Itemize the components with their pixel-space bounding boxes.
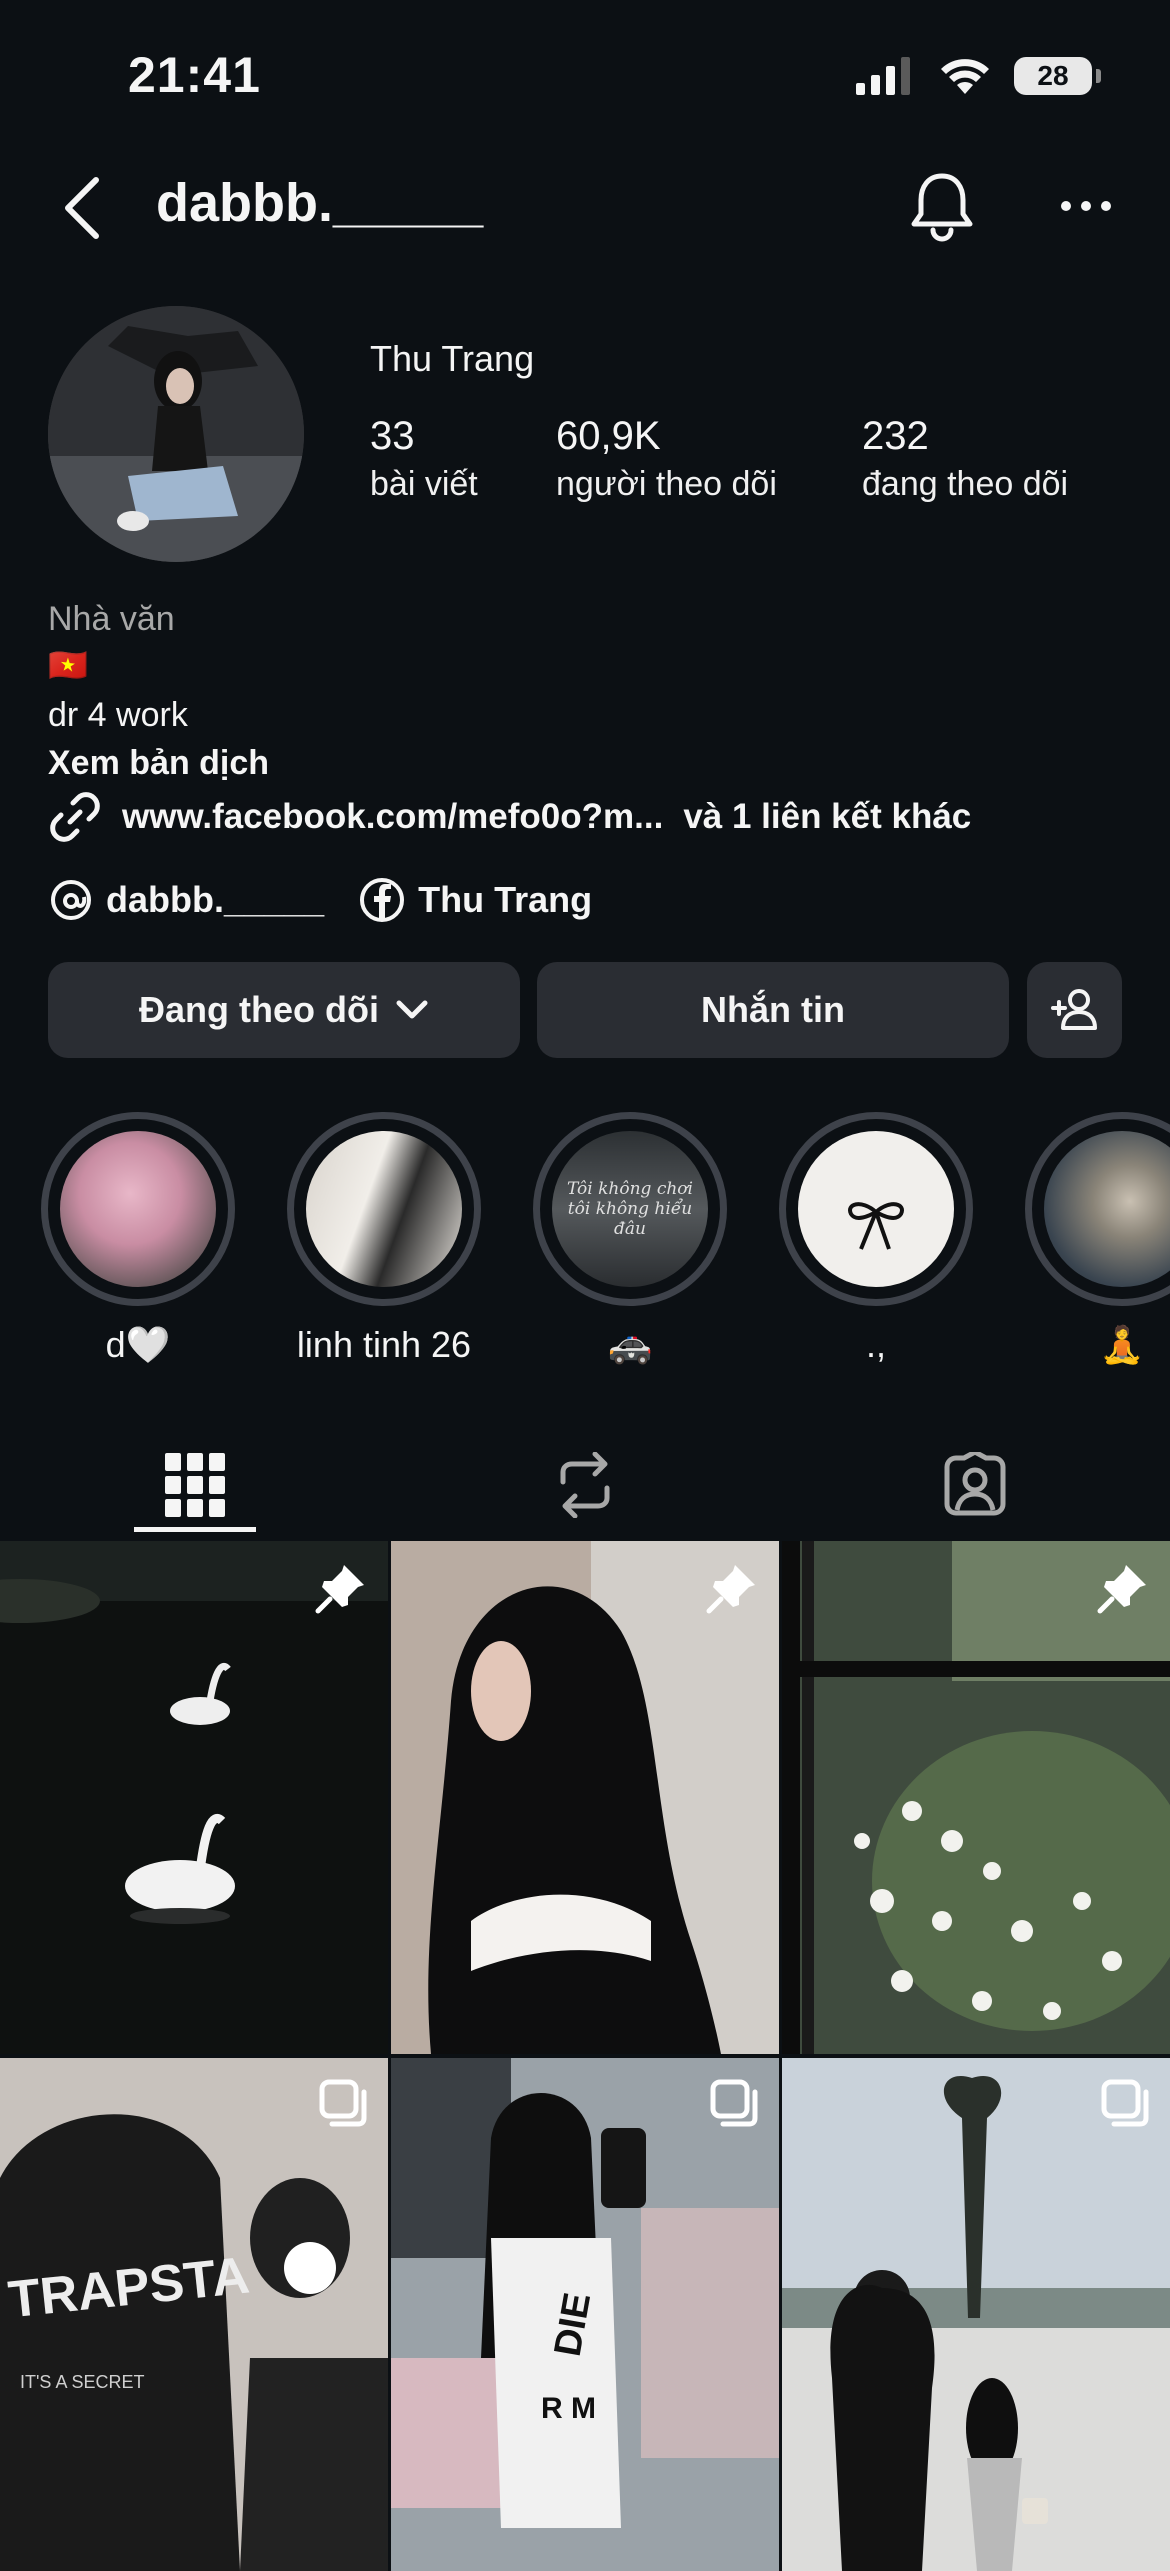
tab-reposts[interactable] bbox=[390, 1430, 780, 1540]
add-person-icon bbox=[1050, 989, 1097, 1030]
message-button-label: Nhắn tin bbox=[701, 989, 845, 1030]
facebook-link[interactable]: Thu Trang bbox=[358, 876, 592, 924]
facebook-icon bbox=[360, 878, 405, 922]
threads-link[interactable]: dabbb._____ bbox=[48, 877, 324, 923]
bell-icon[interactable] bbox=[908, 170, 976, 242]
battery-indicator: 28 bbox=[1014, 57, 1101, 95]
following-stat[interactable]: 232 đang theo dõi bbox=[862, 414, 1068, 504]
facebook-name: Thu Trang bbox=[418, 879, 593, 920]
followers-count: 60,9K bbox=[556, 414, 661, 458]
following-label: đang theo dõi bbox=[862, 465, 1069, 503]
multi-photo-icon bbox=[1101, 2079, 1149, 2127]
shirt-print-small: R M bbox=[541, 2392, 596, 2425]
highlight-item[interactable]: d🤍 bbox=[40, 1112, 236, 1366]
highlight-cover bbox=[1044, 1131, 1170, 1287]
highlight-item[interactable]: 🧘 bbox=[1024, 1112, 1170, 1366]
avatar-figure bbox=[48, 306, 304, 562]
message-button[interactable]: Nhắn tin bbox=[537, 962, 1009, 1058]
pin-icon bbox=[1097, 1565, 1146, 1614]
pin-icon bbox=[315, 1565, 364, 1614]
highlight-label: 🧘 bbox=[1099, 1324, 1145, 1365]
flag-emoji: 🇻🇳 bbox=[48, 647, 88, 683]
highlight-cover bbox=[306, 1131, 462, 1287]
following-count: 232 bbox=[862, 414, 929, 458]
following-button-label: Đang theo dõi bbox=[139, 989, 379, 1030]
profile-username: dabbb._____ bbox=[156, 173, 484, 233]
translate-link[interactable]: Xem bản dịch bbox=[48, 744, 269, 783]
threads-handle: dabbb._____ bbox=[106, 879, 325, 920]
hoodie-print-small: IT'S A SECRET bbox=[20, 2372, 144, 2392]
more-options-icon[interactable] bbox=[1058, 198, 1114, 214]
posts-label: bài viết bbox=[370, 465, 478, 503]
highlight-ring bbox=[41, 1112, 235, 1306]
wifi-icon bbox=[941, 59, 989, 94]
profile-avatar[interactable] bbox=[48, 306, 304, 562]
link-icon bbox=[50, 792, 100, 842]
more-links-text[interactable]: và 1 liên kết khác bbox=[683, 797, 971, 837]
repost-icon bbox=[560, 1452, 610, 1518]
portrait-photo bbox=[391, 1541, 779, 2054]
multi-photo-icon bbox=[319, 2079, 367, 2127]
followers-label: người theo dõi bbox=[556, 465, 777, 503]
external-link-row[interactable]: www.facebook.com/mefo0o?m... và 1 liên k… bbox=[48, 790, 971, 844]
highlight-ring bbox=[1025, 1112, 1170, 1306]
post-thumbnail[interactable] bbox=[391, 1541, 779, 2054]
following-button[interactable]: Đang theo dõi bbox=[48, 962, 520, 1058]
highlight-cover bbox=[60, 1131, 216, 1287]
cellular-signal-icon bbox=[856, 57, 910, 95]
highlight-label: 🚓 bbox=[607, 1324, 653, 1365]
mirror-selfie-photo: DIE R M bbox=[391, 2058, 779, 2571]
multi-photo-icon bbox=[710, 2079, 758, 2127]
highlight-ring bbox=[287, 1112, 481, 1306]
status-time: 21:41 bbox=[128, 47, 261, 103]
highlight-ring bbox=[779, 1112, 973, 1306]
chevron-down-icon bbox=[396, 1000, 428, 1019]
highlight-cover bbox=[798, 1131, 954, 1287]
profile-category: Nhà văn bbox=[48, 600, 175, 638]
hoodie-photo: TRAPSTA IT'S A SECRET bbox=[0, 2058, 388, 2571]
highlight-item[interactable]: linh tinh 26 bbox=[286, 1112, 482, 1366]
back-chevron-icon[interactable] bbox=[60, 176, 106, 240]
grid-icon bbox=[165, 1453, 225, 1517]
swans-photo bbox=[0, 1541, 388, 2054]
highlight-cover: Tôi không chơi tôi không hiểu đâu bbox=[552, 1131, 708, 1287]
post-thumbnail[interactable]: DIE R M bbox=[391, 2058, 779, 2571]
tab-tagged[interactable] bbox=[780, 1430, 1170, 1540]
highlight-cover-text: tôi không hiểu đâu bbox=[567, 1199, 693, 1239]
post-thumbnail[interactable] bbox=[782, 2058, 1170, 2571]
window-garden-photo bbox=[782, 1541, 1170, 2054]
bio-text: dr 4 work bbox=[48, 696, 188, 734]
social-links-row: dabbb._____ Thu Trang bbox=[48, 876, 626, 924]
highlight-label: d🤍 bbox=[105, 1324, 171, 1365]
highlight-label: ., bbox=[865, 1324, 886, 1365]
posts-stat[interactable]: 33 bài viết bbox=[370, 414, 478, 504]
posts-count: 33 bbox=[370, 414, 415, 458]
pin-icon bbox=[706, 1565, 755, 1614]
threads-icon bbox=[51, 880, 91, 920]
highlight-cover-text: Tôi không chơi bbox=[567, 1179, 693, 1199]
tab-posts-grid[interactable] bbox=[0, 1430, 390, 1540]
active-tab-indicator bbox=[134, 1527, 256, 1532]
ribbon-bow-icon bbox=[848, 1202, 904, 1250]
highlight-ring: Tôi không chơi tôi không hiểu đâu bbox=[533, 1112, 727, 1306]
post-thumbnail[interactable] bbox=[0, 1541, 388, 2054]
tagged-person-icon bbox=[944, 1452, 1006, 1516]
status-icons: 28 bbox=[856, 56, 1101, 96]
external-link-text[interactable]: www.facebook.com/mefo0o?m... bbox=[122, 797, 663, 837]
couple-walking-photo bbox=[782, 2058, 1170, 2571]
post-thumbnail[interactable] bbox=[782, 1541, 1170, 2054]
highlight-item[interactable]: Tôi không chơi tôi không hiểu đâu 🚓 bbox=[532, 1112, 728, 1366]
post-thumbnail[interactable]: TRAPSTA IT'S A SECRET bbox=[0, 2058, 388, 2571]
display-name: Thu Trang bbox=[370, 338, 535, 379]
highlight-item[interactable]: ., bbox=[778, 1112, 974, 1366]
highlight-label: linh tinh 26 bbox=[296, 1324, 472, 1365]
suggest-people-button[interactable] bbox=[1027, 962, 1122, 1058]
followers-stat[interactable]: 60,9K người theo dõi bbox=[556, 414, 777, 504]
